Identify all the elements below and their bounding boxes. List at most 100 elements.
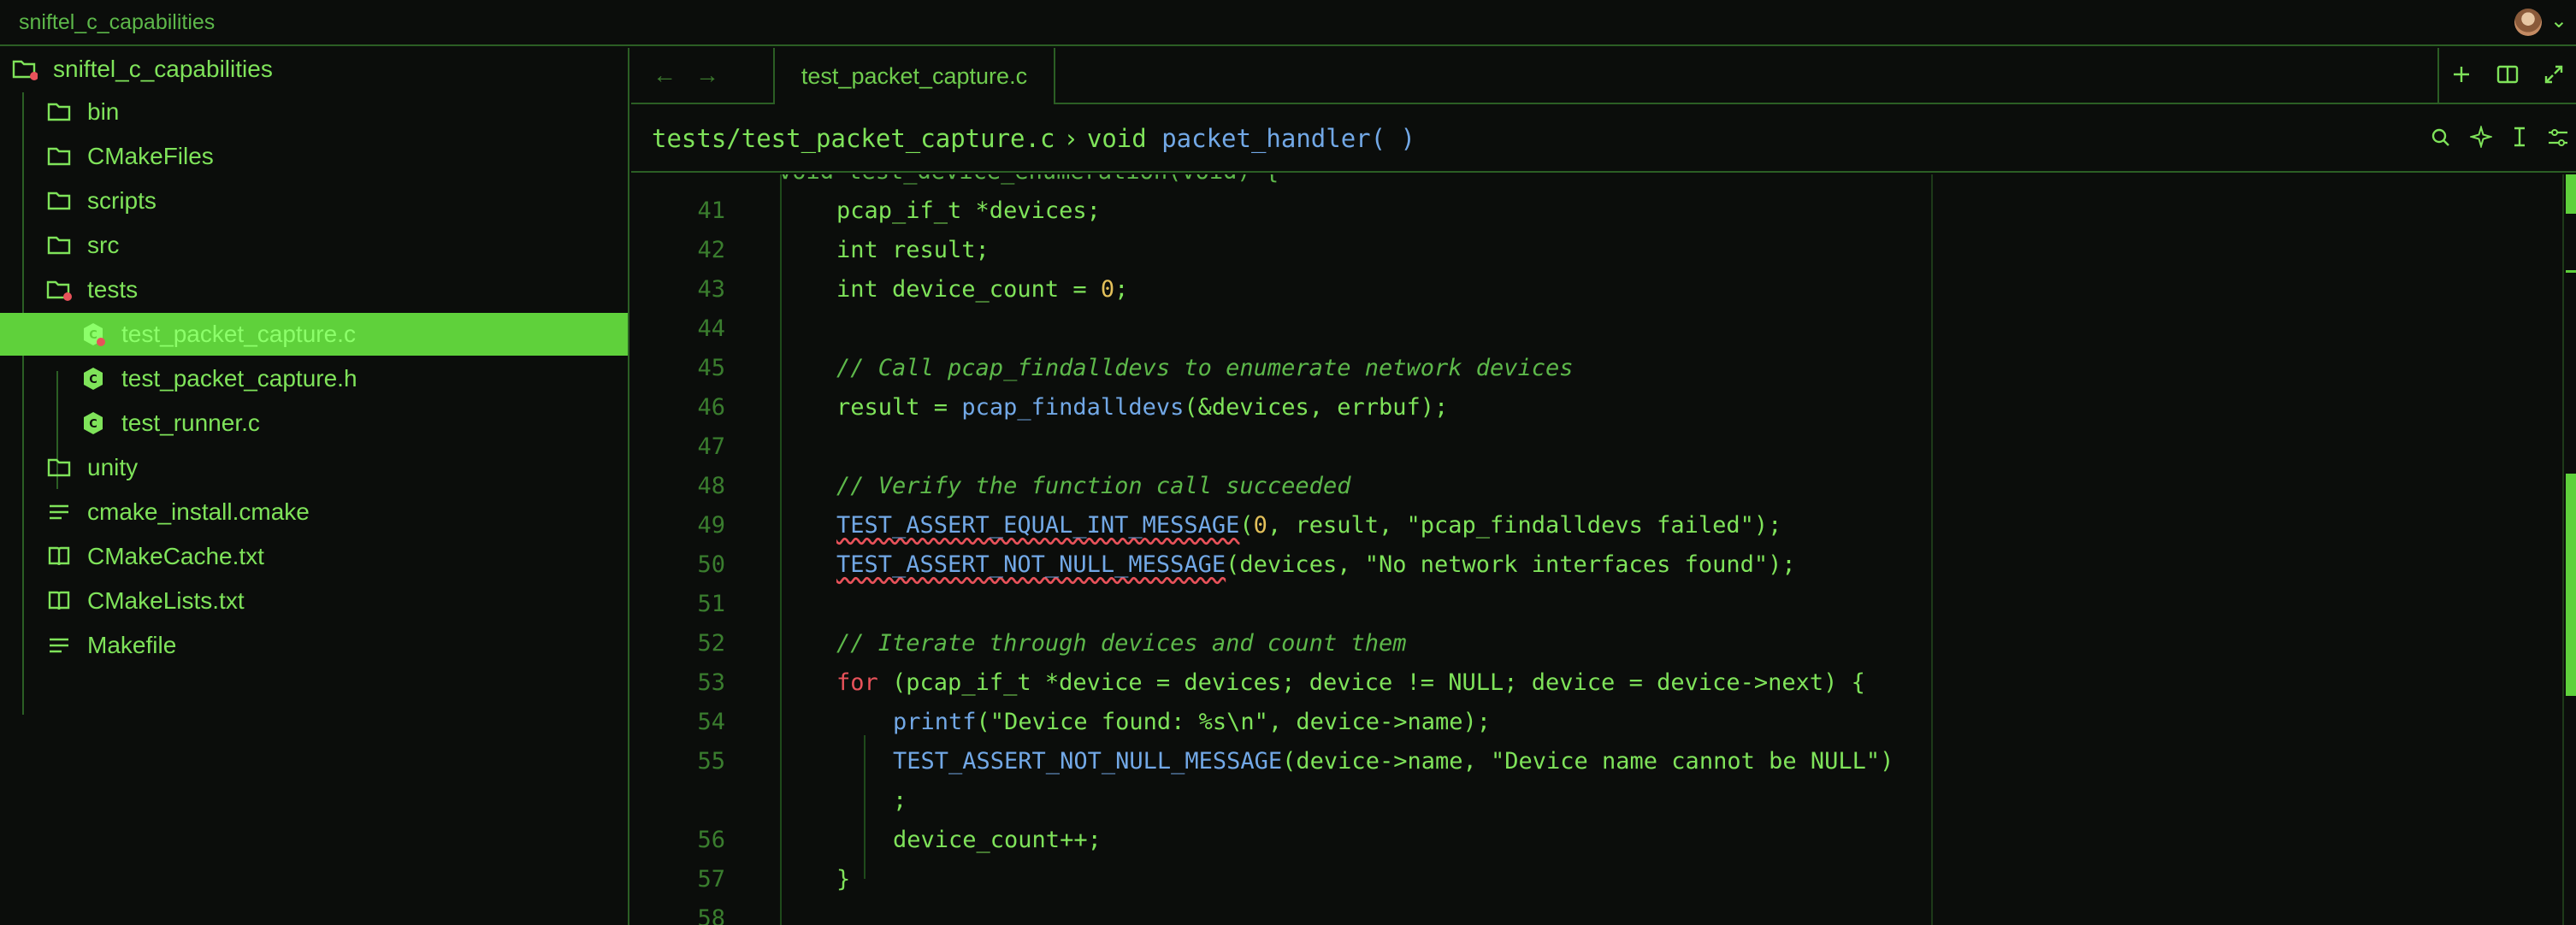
breadcrumb-symbol-prefix: void xyxy=(1086,124,1162,153)
line-number: 43 xyxy=(697,276,725,303)
code-line: 52 // Iterate through devices and count … xyxy=(631,624,2547,663)
maximize-icon[interactable] xyxy=(2544,64,2564,89)
line-number: 50 xyxy=(697,551,725,578)
search-icon[interactable] xyxy=(2431,125,2451,154)
code-line: 57 } xyxy=(631,860,2547,899)
sidebar-item-test-packet-capture-h[interactable]: C test_packet_capture.h xyxy=(0,357,628,400)
back-arrow-icon[interactable]: ← xyxy=(643,62,686,89)
folder-icon xyxy=(44,453,74,482)
sidebar-item-src[interactable]: src xyxy=(0,224,628,267)
code-text: device_count++; xyxy=(893,827,1102,853)
line-number: 42 xyxy=(697,237,725,263)
code-line: 41 pcap_if_t *devices; xyxy=(631,191,2547,231)
code-text: TEST_ASSERT_EQUAL_INT_MESSAGE(0, result,… xyxy=(836,512,1782,539)
sidebar-item-label: Makefile xyxy=(87,632,177,658)
book-icon xyxy=(44,586,74,616)
sidebar-item-label: CMakeLists.txt xyxy=(87,587,245,614)
sliders-icon[interactable] xyxy=(2547,125,2569,154)
code-line: 51 xyxy=(631,585,2547,624)
line-number: 48 xyxy=(697,473,725,499)
sidebar-item-label: cmake_install.cmake xyxy=(87,498,310,525)
chevron-down-icon[interactable]: ⌄ xyxy=(2550,9,2567,33)
plus-icon[interactable] xyxy=(2451,64,2472,89)
sidebar-item-cmake-install[interactable]: cmake_install.cmake xyxy=(0,491,628,533)
sidebar-item-label: tests xyxy=(87,276,139,303)
sidebar-item-label: CMakeCache.txt xyxy=(87,543,264,569)
line-number: 56 xyxy=(697,827,725,853)
folder-open-icon xyxy=(10,55,39,84)
sidebar-item-label: CMakeFiles xyxy=(87,143,214,169)
line-number: 54 xyxy=(697,709,725,735)
breadcrumb-path[interactable]: tests/test_packet_capture.c xyxy=(652,124,1055,153)
sidebar-item-label: unity xyxy=(87,454,139,480)
code-area[interactable]: void test_device_enumeration(void) { 41 … xyxy=(631,174,2576,925)
folder-icon xyxy=(44,142,74,171)
sidebar-item-cmakecache[interactable]: CMakeCache.txt xyxy=(0,535,628,578)
code-line: 46 result = pcap_findalldevs(&devices, e… xyxy=(631,388,2547,427)
breadcrumb: tests/test_packet_capture.c › void packe… xyxy=(631,106,2576,173)
vertical-scrollbar[interactable] xyxy=(2562,174,2576,925)
line-number: 44 xyxy=(697,315,725,342)
sparkle-icon[interactable] xyxy=(2468,124,2494,154)
sidebar-item-label: test_runner.c xyxy=(121,409,260,436)
scrollbar-marker xyxy=(2566,174,2576,214)
code-line: ; xyxy=(631,781,2547,821)
code-line: 45 // Call pcap_findalldevs to enumerate… xyxy=(631,349,2547,388)
breadcrumb-separator: › xyxy=(1063,124,1078,153)
sidebar-item-cmakelists[interactable]: CMakeLists.txt xyxy=(0,580,628,622)
c-file-icon: C xyxy=(79,364,108,393)
sidebar-item-unity[interactable]: unity xyxy=(0,446,628,489)
sidebar-item-tests[interactable]: tests xyxy=(0,268,628,311)
line-number: 51 xyxy=(697,591,725,617)
tab-label: test_packet_capture.c xyxy=(801,62,1028,89)
window-title: sniftel_c_capabilities xyxy=(19,9,216,34)
tab-test-packet-capture-c[interactable]: test_packet_capture.c xyxy=(773,48,1055,104)
sidebar-item-label: src xyxy=(87,232,120,258)
line-number: 58 xyxy=(697,905,725,925)
folder-open-icon xyxy=(44,275,74,304)
line-number: 53 xyxy=(697,669,725,696)
scrollbar-thumb[interactable] xyxy=(2566,474,2576,696)
breadcrumb-toolbar xyxy=(2431,106,2569,173)
forward-arrow-icon[interactable]: → xyxy=(686,62,729,89)
text-cursor-icon[interactable] xyxy=(2511,125,2528,154)
tree-root[interactable]: sniftel_c_capabilities xyxy=(0,48,628,91)
sidebar-item-makefile[interactable]: Makefile xyxy=(0,624,628,667)
code-text: void test_device_enumeration(void) { xyxy=(778,174,1279,191)
line-number: 55 xyxy=(697,748,725,775)
sidebar-item-bin[interactable]: bin xyxy=(0,91,628,133)
sidebar-item-label: scripts xyxy=(87,187,157,214)
code-comment: // Call pcap_findalldevs to enumerate ne… xyxy=(836,355,1574,381)
line-number: 52 xyxy=(697,630,725,657)
c-file-icon: C xyxy=(79,409,108,438)
folder-icon xyxy=(44,231,74,260)
sidebar-item-test-packet-capture-c[interactable]: C test_packet_capture.c xyxy=(0,313,628,356)
breadcrumb-symbol[interactable]: packet_handler( ) xyxy=(1161,124,1415,153)
code-line: 56 device_count++; xyxy=(631,821,2547,860)
svg-text:C: C xyxy=(89,374,97,386)
svg-text:C: C xyxy=(89,418,97,431)
split-pane-icon[interactable] xyxy=(2496,64,2519,89)
code-line: 50 TEST_ASSERT_NOT_NULL_MESSAGE(devices,… xyxy=(631,545,2547,585)
code-text: int result; xyxy=(836,237,990,263)
sidebar-item-test-runner-c[interactable]: C test_runner.c xyxy=(0,402,628,445)
scrollbar-marker xyxy=(2566,270,2576,273)
code-line: 48 // Verify the function call succeeded xyxy=(631,467,2547,506)
code-line: 58 xyxy=(631,899,2547,925)
folder-icon xyxy=(44,97,74,127)
tree-root-label: sniftel_c_capabilities xyxy=(53,56,273,82)
sidebar-item-scripts[interactable]: scripts xyxy=(0,180,628,222)
line-number: 45 xyxy=(697,355,725,381)
sidebar-item-cmakefiles[interactable]: CMakeFiles xyxy=(0,135,628,178)
svg-text:C: C xyxy=(89,329,97,342)
code-line: 53 for (pcap_if_t *device = devices; dev… xyxy=(631,663,2547,703)
line-number: 47 xyxy=(697,433,725,460)
code-text: int device_count = 0; xyxy=(836,276,1129,303)
sidebar-item-label: test_packet_capture.h xyxy=(121,365,357,392)
code-comment: // Verify the function call succeeded xyxy=(836,473,1351,499)
code-line: 42 int result; xyxy=(631,231,2547,270)
code-text: ; xyxy=(893,787,907,814)
avatar[interactable] xyxy=(2514,9,2542,36)
text-file-icon xyxy=(44,498,74,527)
code-text: TEST_ASSERT_NOT_NULL_MESSAGE(devices, "N… xyxy=(836,551,1796,578)
